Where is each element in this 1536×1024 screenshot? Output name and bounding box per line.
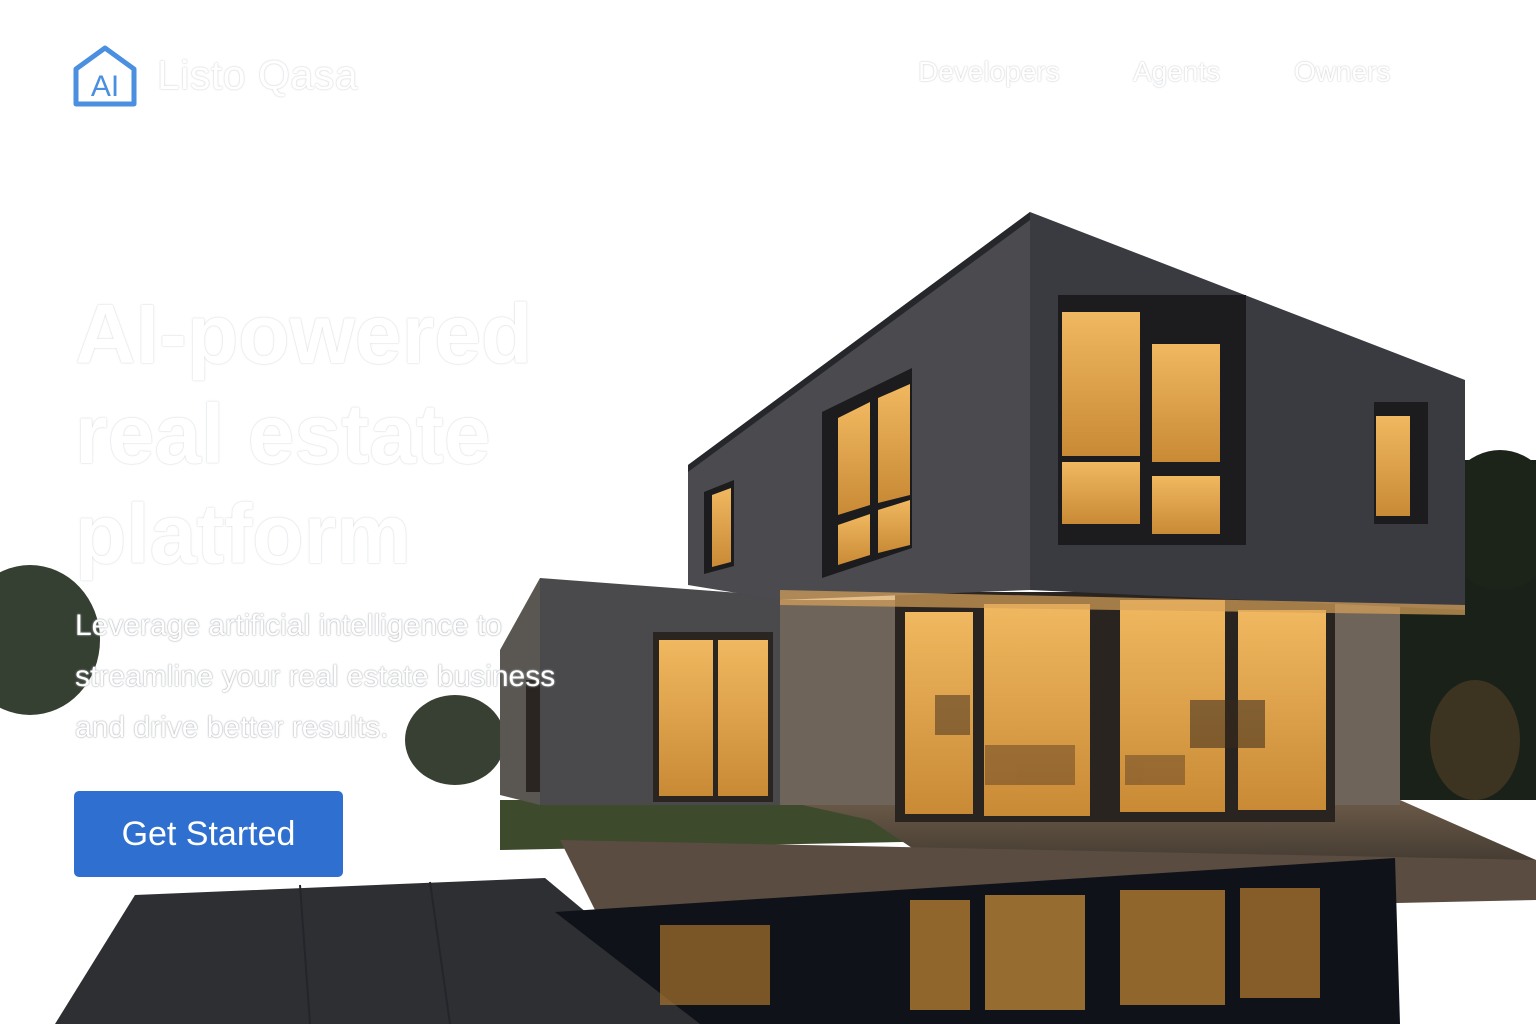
logo-text: AI — [91, 70, 119, 103]
hero-subtitle-line: and drive better results. — [75, 711, 389, 744]
get-started-button[interactable]: Get Started — [74, 791, 343, 877]
window-upper-small-left — [704, 480, 734, 574]
hero-subtitle-line: streamline your real estate business — [75, 660, 556, 693]
nav-agents[interactable]: Agents — [1133, 56, 1220, 88]
house-logo-icon[interactable]: AI — [72, 44, 138, 108]
nav-owners[interactable]: Owners — [1294, 56, 1390, 88]
hero-title-line: real estate — [75, 387, 491, 481]
window-upper-large — [1058, 295, 1246, 545]
hero-title-line: platform — [75, 487, 411, 581]
hero-title-line: AI-powered — [75, 287, 533, 381]
hero-title: AI-powered real estate platform — [75, 284, 635, 584]
nav-developers[interactable]: Developers — [918, 56, 1060, 88]
window-upper-right — [1374, 402, 1428, 524]
hero-subtitle-line: Leverage artificial intelligence to — [75, 609, 502, 642]
site-header: AI Listo Qasa Developers Agents Owners — [0, 0, 1536, 150]
hero-subtitle: Leverage artificial intelligence to stre… — [75, 600, 635, 753]
brand-name[interactable]: Listo Qasa — [157, 52, 358, 99]
